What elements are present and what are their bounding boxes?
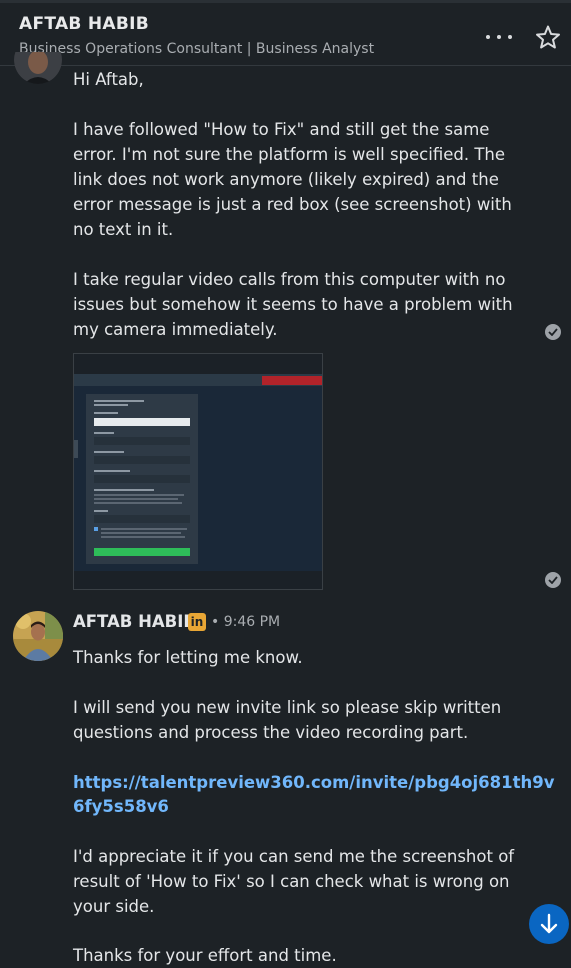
- header-contact-name[interactable]: AFTAB HABIB: [19, 14, 149, 34]
- conversation-header: AFTAB HABIB Business Operations Consulta…: [0, 0, 571, 66]
- message-line: I take regular video calls from this com…: [73, 270, 506, 289]
- message-line: error. I'm not sure the platform is well…: [73, 145, 506, 164]
- header-top-strip: [0, 0, 571, 3]
- invite-link[interactable]: https://talentpreview360.com/invite/pbg4…: [73, 770, 554, 795]
- message-line: questions and process the video recordin…: [73, 723, 469, 742]
- sender-avatar[interactable]: [13, 611, 63, 661]
- linkedin-premium-badge-icon: in: [188, 613, 206, 631]
- message-line: Hi Aftab,: [73, 70, 144, 89]
- header-contact-headline: Business Operations Consultant | Busines…: [19, 41, 375, 57]
- screenshot-attachment[interactable]: [73, 353, 323, 590]
- message-line: my camera immediately.: [73, 320, 278, 339]
- message-line: I have followed "How to Fix" and still g…: [73, 120, 490, 139]
- read-receipt-check-icon: [545, 572, 561, 588]
- message-line: I will send you new invite link so pleas…: [73, 698, 502, 717]
- star-icon[interactable]: [534, 24, 562, 52]
- read-receipt-check-icon: [545, 324, 561, 340]
- message-line: link does not work anymore (likely expir…: [73, 170, 499, 189]
- message-line: your side.: [73, 897, 155, 916]
- message-line: I'd appreciate it if you can send me the…: [73, 847, 515, 866]
- screenshot-thumbnail-image: [74, 354, 322, 589]
- message-sender-name[interactable]: AFTAB HABIB: [73, 612, 196, 631]
- message-line: result of 'How to Fix' so I can check wh…: [73, 872, 510, 891]
- more-icon-dot: [486, 35, 490, 39]
- more-icon-dot: [497, 35, 501, 39]
- message-timestamp: • 9:46 PM: [211, 614, 281, 630]
- message-line: no text in it.: [73, 220, 174, 239]
- scroll-to-bottom-button[interactable]: [529, 904, 569, 944]
- more-icon-dot: [508, 35, 512, 39]
- arrow-down-icon: [540, 913, 558, 934]
- invite-link-continued[interactable]: 6fy5s58v6: [73, 794, 169, 819]
- message-line: Thanks for your effort and time.: [73, 946, 337, 965]
- participant-avatar[interactable]: [14, 52, 62, 84]
- message-line: issues but somehow it seems to have a pr…: [73, 295, 513, 314]
- message-line: Thanks for letting me know.: [73, 648, 303, 667]
- message-line: error message is just a red box (see scr…: [73, 195, 512, 214]
- more-options-button[interactable]: [482, 28, 516, 48]
